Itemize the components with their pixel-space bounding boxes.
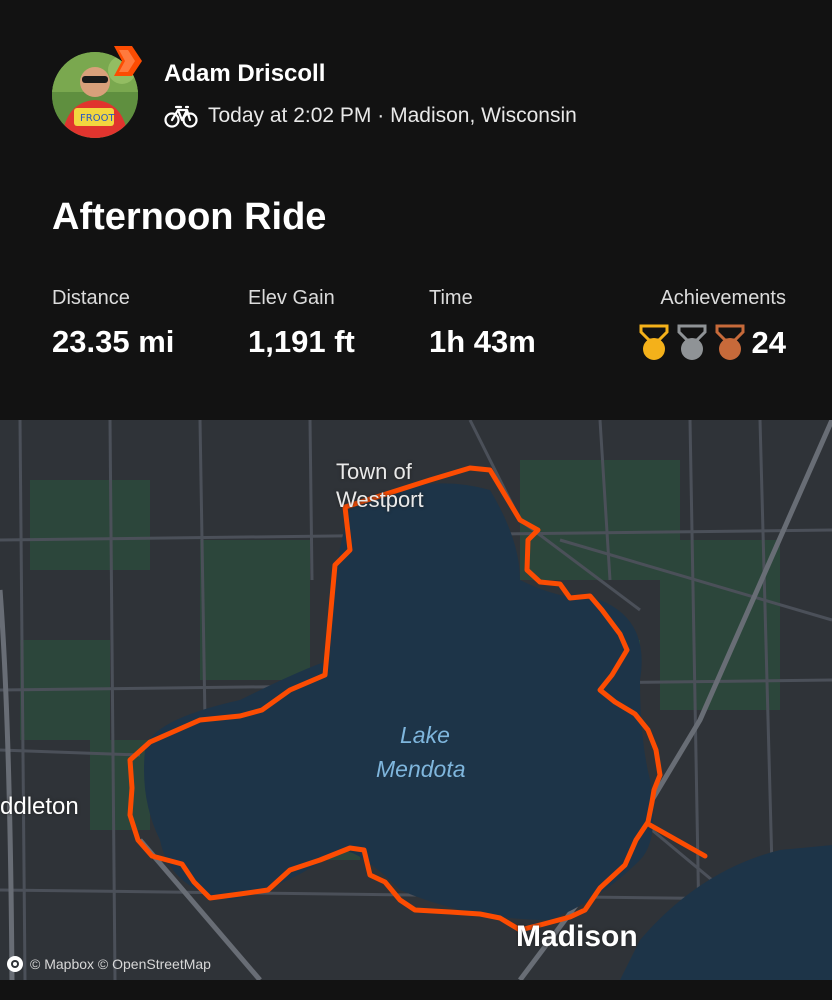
label-lake-line2: Mendota: [376, 756, 466, 782]
activity-title[interactable]: Afternoon Ride: [52, 196, 326, 239]
activity-meta: Today at 2:02 PM · Madison, Wisconsin: [208, 104, 577, 127]
silver-medal-icon: [677, 324, 707, 360]
stat-achievements-label: Achievements: [660, 287, 786, 309]
attribution-text[interactable]: © Mapbox © OpenStreetMap: [30, 956, 211, 972]
stat-time-label: Time: [429, 287, 473, 309]
stat-elev-gain-value: 1,191 ft: [248, 324, 355, 359]
subscriber-badge-icon: [114, 46, 142, 76]
activity-meta-row: Today at 2:02 PM · Madison, Wisconsin: [164, 104, 577, 128]
stat-achievements-value: 24: [751, 325, 786, 360]
label-middleton: ddleton: [0, 793, 79, 820]
map-attribution[interactable]: © Mapbox © OpenStreetMap: [6, 955, 211, 973]
stat-achievements[interactable]: Achievements 24: [638, 287, 786, 362]
label-lake-line1: Lake: [400, 722, 450, 748]
bottom-bar: [0, 980, 832, 1000]
stat-elev-gain-label: Elev Gain: [248, 287, 335, 309]
label-town: Town of Westport: [336, 459, 424, 512]
svg-text:FROOT: FROOT: [80, 113, 115, 124]
bike-icon: [164, 105, 198, 128]
achievements-row[interactable]: 24: [638, 324, 786, 362]
athlete-avatar-wrapper[interactable]: FROOT: [52, 46, 142, 138]
stat-distance: Distance 23.35 mi: [52, 287, 174, 360]
activity-header: FROOT Adam Driscoll Today at 2:02 PM · M…: [0, 0, 832, 420]
stat-distance-label: Distance: [52, 287, 130, 309]
bronze-medal-icon: [715, 324, 745, 360]
mapbox-logo-icon: [7, 956, 23, 972]
label-city: Madison: [516, 920, 638, 953]
athlete-name[interactable]: Adam Driscoll: [164, 60, 325, 88]
stat-elev-gain: Elev Gain 1,191 ft: [248, 287, 355, 360]
gold-medal-icon: [639, 324, 669, 360]
stat-time: Time 1h 43m: [429, 287, 536, 360]
route-map[interactable]: Town of Westport Lake Mendota Madison dd…: [0, 420, 832, 980]
stat-distance-value: 23.35 mi: [52, 324, 175, 359]
stat-time-value: 1h 43m: [429, 324, 536, 359]
